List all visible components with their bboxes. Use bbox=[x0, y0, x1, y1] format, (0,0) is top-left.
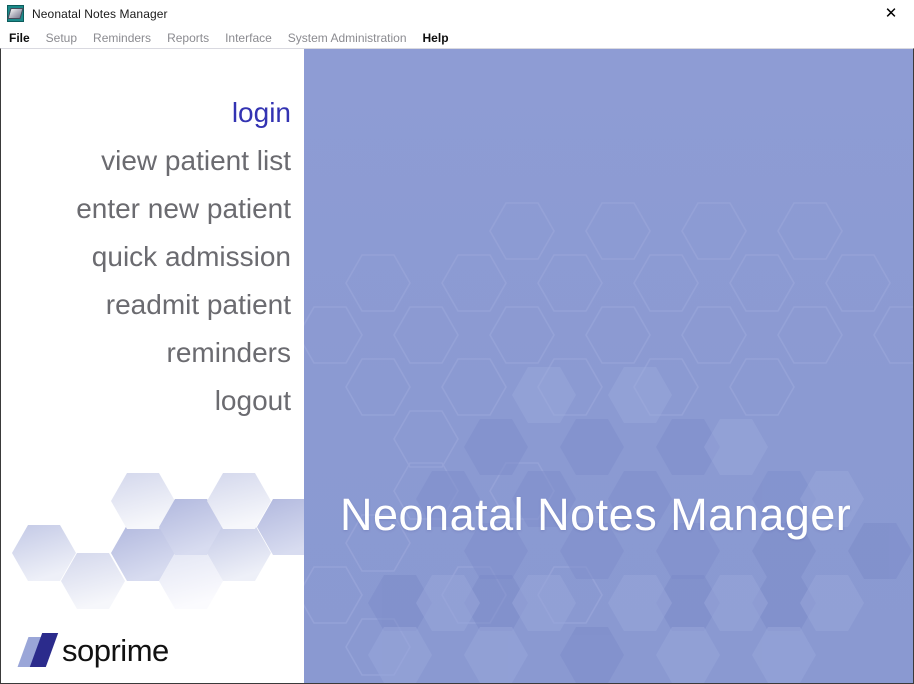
window-title: Neonatal Notes Manager bbox=[32, 6, 168, 21]
nav-item-reminders[interactable]: reminders bbox=[1, 329, 291, 377]
title-bar: Neonatal Notes Manager ✕ bbox=[0, 0, 914, 27]
isoprime-logo: soprime bbox=[17, 632, 169, 668]
menu-item-interface[interactable]: Interface bbox=[225, 32, 272, 44]
nav-item-login[interactable]: login bbox=[1, 89, 291, 137]
nav-item-quick-admission[interactable]: quick admission bbox=[1, 233, 291, 281]
content-area: login view patient list enter new patien… bbox=[0, 48, 914, 684]
menu-item-reports[interactable]: Reports bbox=[167, 32, 209, 44]
app-icon bbox=[7, 5, 24, 22]
nav-item-enter-new-patient[interactable]: enter new patient bbox=[1, 185, 291, 233]
menu-bar: File Setup Reminders Reports Interface S… bbox=[0, 27, 914, 48]
main-navigation: login view patient list enter new patien… bbox=[1, 89, 291, 425]
splash-title: Neonatal Notes Manager bbox=[340, 489, 852, 540]
menu-item-system-administration[interactable]: System Administration bbox=[288, 32, 407, 44]
close-icon[interactable]: ✕ bbox=[868, 0, 914, 27]
menu-item-reminders[interactable]: Reminders bbox=[93, 32, 151, 44]
isoprime-logo-mark-icon bbox=[17, 633, 59, 667]
left-hexagon-decoration bbox=[1, 461, 304, 631]
nav-item-readmit-patient[interactable]: readmit patient bbox=[1, 281, 291, 329]
nav-item-view-patient-list[interactable]: view patient list bbox=[1, 137, 291, 185]
nav-item-logout[interactable]: logout bbox=[1, 377, 291, 425]
isoprime-logo-text: soprime bbox=[62, 632, 169, 668]
menu-item-help[interactable]: Help bbox=[423, 32, 449, 44]
application-window: Neonatal Notes Manager ✕ File Setup Remi… bbox=[0, 0, 914, 684]
menu-item-setup[interactable]: Setup bbox=[46, 32, 77, 44]
right-hexagon-decoration bbox=[304, 49, 913, 683]
right-panel: Neonatal Notes Manager bbox=[304, 49, 913, 683]
menu-item-file[interactable]: File bbox=[9, 32, 30, 44]
left-panel: login view patient list enter new patien… bbox=[1, 49, 304, 683]
